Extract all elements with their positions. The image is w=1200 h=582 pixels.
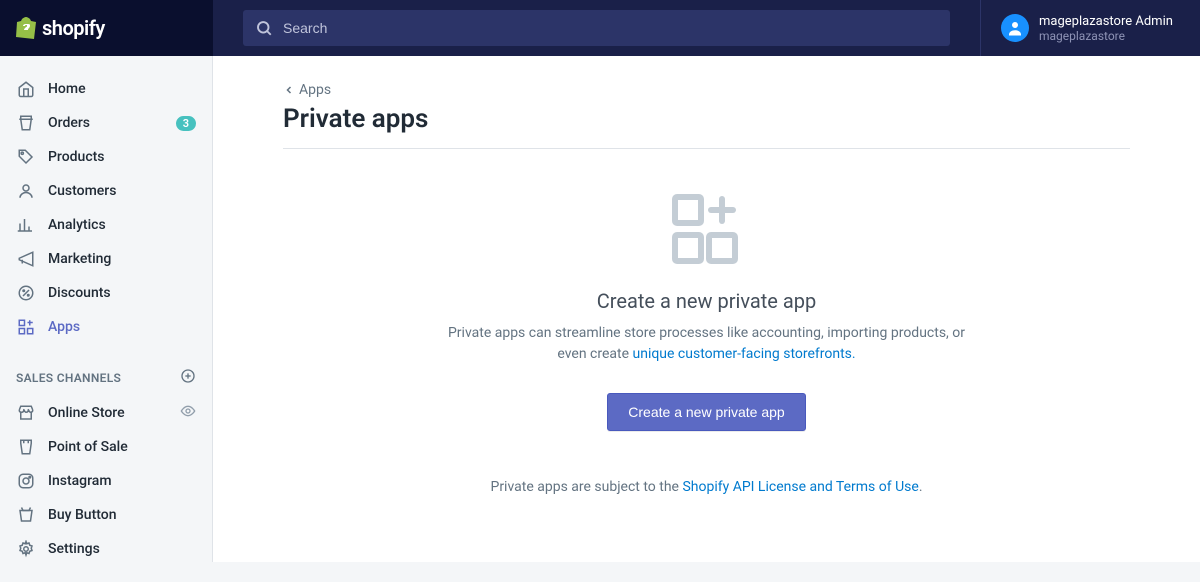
search-input[interactable] — [283, 20, 938, 36]
account-store: mageplazastore — [1039, 29, 1173, 43]
products-icon — [16, 147, 36, 167]
shopify-bag-icon — [16, 17, 36, 39]
footer-text: Private apps are subject to the Shopify … — [283, 479, 1130, 495]
storefronts-link[interactable]: unique customer-facing storefronts. — [633, 346, 856, 362]
sidebar-item-label: Apps — [48, 319, 196, 335]
topbar: shopify mageplazastore Admin mageplazast… — [0, 0, 1200, 56]
sales-channels-title: SALES CHANNELS — [16, 371, 180, 385]
empty-title: Create a new private app — [283, 289, 1130, 313]
sidebar: Home Orders 3 Products Customers Analyti… — [0, 56, 213, 562]
search-box[interactable] — [243, 10, 950, 46]
eye-icon[interactable] — [180, 403, 196, 423]
main-content: Apps Private apps Create a new private a… — [213, 56, 1200, 562]
channel-buy-button[interactable]: Buy Button — [0, 498, 212, 532]
empty-illustration — [283, 189, 1130, 269]
api-license-link[interactable]: Shopify API License and Terms of Use — [682, 479, 918, 495]
account-name: mageplazastore Admin — [1039, 14, 1173, 29]
sidebar-item-label: Marketing — [48, 251, 196, 267]
sidebar-item-label: Settings — [48, 541, 196, 557]
search-area — [213, 10, 980, 46]
sidebar-item-products[interactable]: Products — [0, 140, 212, 174]
avatar — [1001, 14, 1029, 42]
breadcrumb-parent: Apps — [299, 82, 331, 98]
logo[interactable]: shopify — [0, 0, 213, 56]
channel-label: Instagram — [48, 473, 196, 489]
brand-text: shopify — [42, 16, 105, 40]
footer-pre: Private apps are subject to the — [490, 479, 682, 495]
sidebar-item-discounts[interactable]: Discounts — [0, 276, 212, 310]
apps-icon — [16, 317, 36, 337]
sidebar-item-label: Home — [48, 81, 196, 97]
channel-label: Online Store — [48, 405, 180, 421]
plus-circle-icon — [180, 368, 196, 384]
account-menu[interactable]: mageplazastore Admin mageplazastore — [980, 0, 1200, 56]
page-title: Private apps — [283, 104, 1130, 149]
channel-online-store[interactable]: Online Store — [0, 396, 212, 430]
online-store-icon — [16, 403, 36, 423]
sidebar-item-marketing[interactable]: Marketing — [0, 242, 212, 276]
pos-icon — [16, 437, 36, 457]
sidebar-item-home[interactable]: Home — [0, 72, 212, 106]
discounts-icon — [16, 283, 36, 303]
gear-icon — [16, 539, 36, 559]
user-icon — [1006, 19, 1024, 37]
chevron-left-icon — [283, 84, 295, 96]
sidebar-item-label: Products — [48, 149, 196, 165]
marketing-icon — [16, 249, 36, 269]
orders-badge: 3 — [176, 116, 196, 131]
sidebar-item-label: Discounts — [48, 285, 196, 301]
create-private-app-button[interactable]: Create a new private app — [607, 393, 805, 431]
search-icon — [255, 19, 273, 37]
sidebar-item-label: Analytics — [48, 217, 196, 233]
home-icon — [16, 79, 36, 99]
orders-icon — [16, 113, 36, 133]
add-channel-button[interactable] — [180, 368, 196, 388]
sidebar-item-analytics[interactable]: Analytics — [0, 208, 212, 242]
empty-description: Private apps can streamline store proces… — [437, 323, 977, 365]
sidebar-item-settings[interactable]: Settings — [0, 532, 212, 566]
analytics-icon — [16, 215, 36, 235]
sales-channels-header: SALES CHANNELS — [0, 360, 212, 396]
breadcrumb[interactable]: Apps — [283, 82, 1130, 98]
customers-icon — [16, 181, 36, 201]
sidebar-item-customers[interactable]: Customers — [0, 174, 212, 208]
sidebar-item-label: Orders — [48, 115, 176, 131]
account-text: mageplazastore Admin mageplazastore — [1039, 14, 1173, 43]
channel-label: Point of Sale — [48, 439, 196, 455]
buy-button-icon — [16, 505, 36, 525]
empty-state: Create a new private app Private apps ca… — [283, 189, 1130, 495]
sidebar-item-label: Customers — [48, 183, 196, 199]
instagram-icon — [16, 471, 36, 491]
sidebar-item-orders[interactable]: Orders 3 — [0, 106, 212, 140]
channel-instagram[interactable]: Instagram — [0, 464, 212, 498]
sidebar-item-apps[interactable]: Apps — [0, 310, 212, 344]
channel-label: Buy Button — [48, 507, 196, 523]
channel-point-of-sale[interactable]: Point of Sale — [0, 430, 212, 464]
apps-grid-icon — [667, 189, 747, 269]
